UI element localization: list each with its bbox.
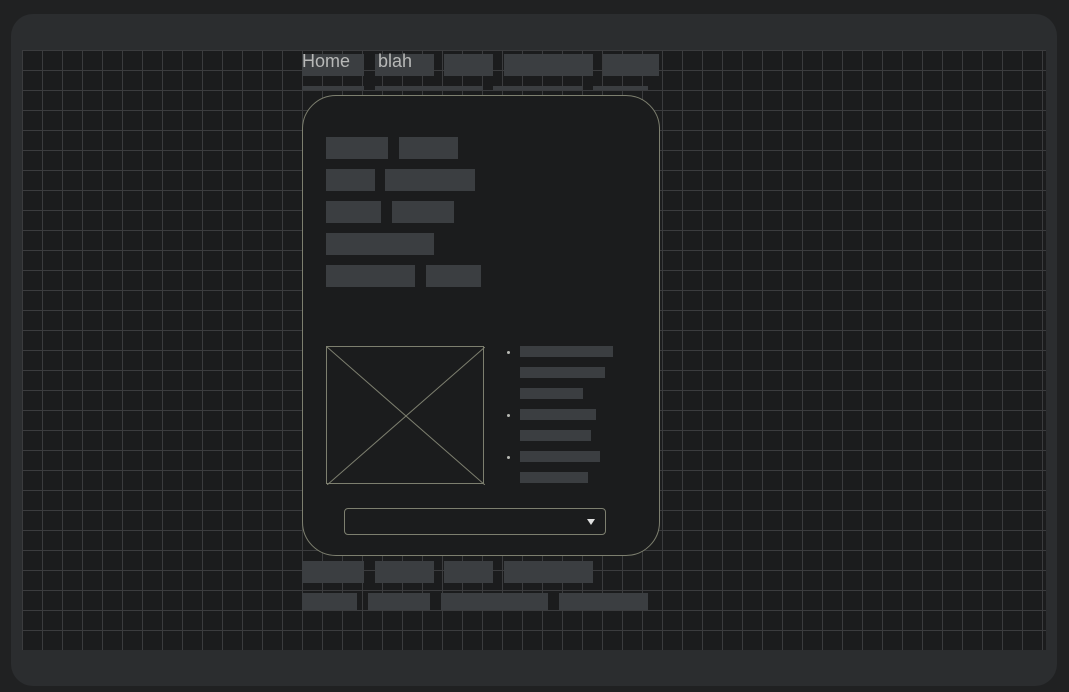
footer-link[interactable]: [375, 561, 434, 583]
footer-link[interactable]: [441, 593, 548, 610]
bullet-marker: [507, 456, 510, 459]
list-item: [520, 367, 605, 378]
image-placeholder-icon: [327, 347, 485, 485]
footer-link[interactable]: [302, 561, 364, 583]
text-placeholder: [326, 201, 381, 223]
bullet-marker: [507, 414, 510, 417]
dropdown-select[interactable]: [344, 508, 606, 535]
nav-underline: [302, 86, 364, 90]
text-placeholder: [326, 169, 375, 191]
nav-item-placeholder[interactable]: [603, 54, 659, 76]
text-placeholder: [326, 233, 434, 255]
text-placeholder: [326, 137, 388, 159]
content-card: [302, 95, 660, 556]
nav-label-blah[interactable]: blah: [378, 51, 412, 71]
nav-underline: [493, 86, 582, 90]
wireframe-canvas: Home blah: [22, 50, 1046, 650]
footer-link[interactable]: [504, 561, 593, 583]
nav-underline: [375, 86, 483, 90]
nav-label-home[interactable]: Home: [302, 51, 350, 71]
footer-link[interactable]: [302, 593, 357, 610]
list-item: [520, 346, 613, 357]
text-placeholder: [385, 169, 475, 191]
list-item: [520, 388, 583, 399]
footer-link[interactable]: [444, 561, 493, 583]
footer-link[interactable]: [559, 593, 648, 610]
footer-link[interactable]: [368, 593, 430, 610]
nav-item-placeholder[interactable]: [504, 54, 593, 76]
list-item: [520, 409, 596, 420]
caret-down-icon[interactable]: [587, 519, 595, 525]
text-placeholder: [392, 201, 454, 223]
nav-underline: [593, 86, 648, 90]
text-placeholder: [399, 137, 458, 159]
list-item: [520, 451, 600, 462]
list-item: [520, 430, 591, 441]
nav-item-placeholder[interactable]: [444, 54, 493, 76]
image-placeholder: [326, 346, 485, 485]
text-placeholder: [426, 265, 481, 287]
list-item: [520, 472, 588, 483]
text-placeholder: [326, 265, 415, 287]
bullet-marker: [507, 351, 510, 354]
